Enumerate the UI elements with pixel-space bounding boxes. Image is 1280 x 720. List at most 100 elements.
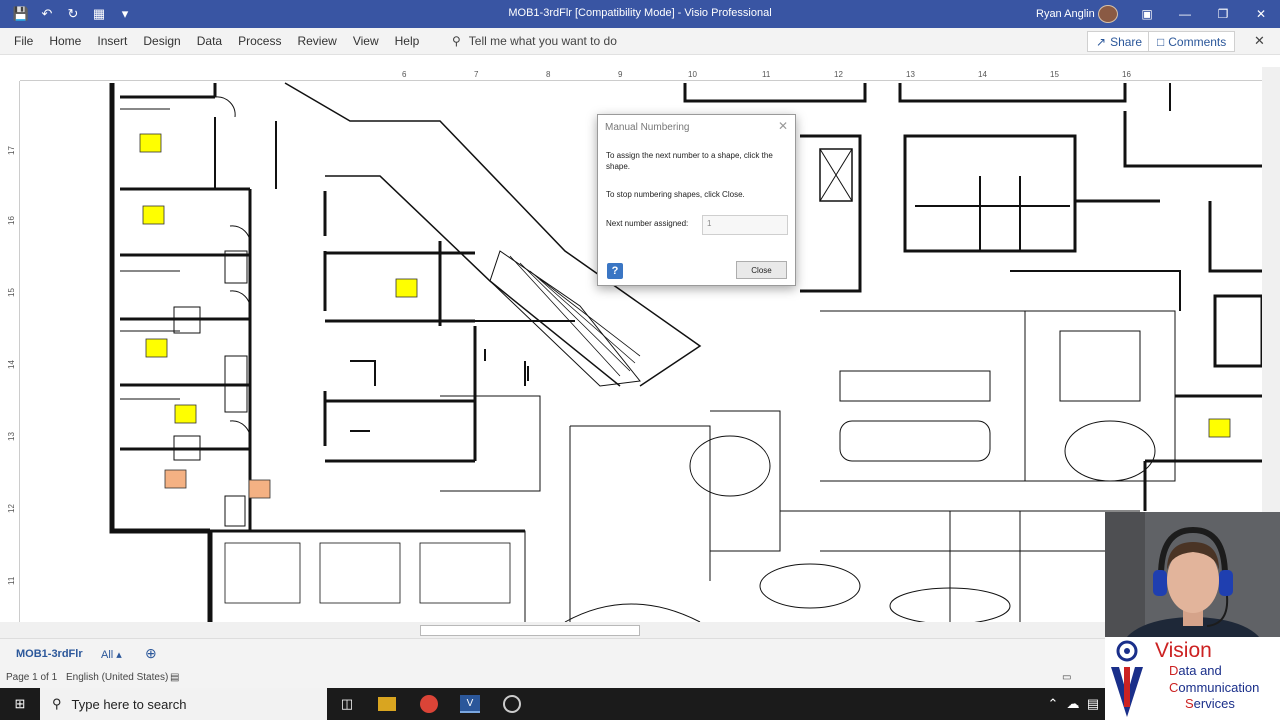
tab-insert[interactable]: Insert bbox=[89, 34, 135, 48]
close-button[interactable]: Close bbox=[736, 261, 787, 279]
ribbon-tabs: File Home Insert Design Data Process Rev… bbox=[6, 34, 427, 48]
lab-bench bbox=[419, 542, 511, 604]
maximize-icon[interactable]: ❐ bbox=[1204, 0, 1242, 28]
close-icon[interactable]: ✕ bbox=[1242, 0, 1280, 28]
ruler-label: 12 bbox=[834, 70, 843, 79]
chrome-icon[interactable] bbox=[420, 695, 438, 713]
undo-icon[interactable]: ↶ bbox=[36, 5, 58, 23]
quick-access-toolbar: 💾 ↶ ↻ ▦ ▾ bbox=[10, 5, 136, 23]
minimize-icon[interactable]: — bbox=[1166, 0, 1204, 28]
ruler-label: 16 bbox=[1122, 70, 1131, 79]
window-controls: ▣ — ❐ ✕ bbox=[1128, 0, 1280, 28]
search-placeholder: Type here to search bbox=[71, 696, 187, 712]
tab-review[interactable]: Review bbox=[289, 34, 344, 48]
wall bbox=[484, 349, 529, 381]
door-swing bbox=[229, 290, 251, 312]
windows-start-icon[interactable]: ⊞ bbox=[9, 694, 31, 714]
macro-icon[interactable]: ▤ bbox=[170, 672, 179, 683]
tab-process[interactable]: Process bbox=[230, 34, 289, 48]
wall bbox=[325, 175, 621, 387]
logo-title: Vision bbox=[1155, 639, 1212, 662]
share-button[interactable]: ↗ Share bbox=[1087, 31, 1152, 52]
tab-help[interactable]: Help bbox=[387, 34, 428, 48]
wall bbox=[438, 241, 477, 461]
ruler-label: 13 bbox=[906, 70, 915, 79]
ruler-label: 14 bbox=[978, 70, 987, 79]
ruler-label: 13 bbox=[7, 432, 16, 441]
room-marker[interactable] bbox=[164, 469, 187, 489]
ribbon: File Home Insert Design Data Process Rev… bbox=[0, 28, 1280, 55]
tab-file[interactable]: File bbox=[6, 34, 41, 48]
logo-initial: C bbox=[1169, 680, 1179, 695]
page-count[interactable]: Page 1 of 1 bbox=[6, 672, 57, 683]
visio-icon[interactable]: V bbox=[460, 695, 480, 713]
tab-view[interactable]: View bbox=[345, 34, 387, 48]
close-pane-icon[interactable]: ✕ bbox=[1254, 33, 1265, 49]
room-marker[interactable] bbox=[248, 479, 271, 499]
comments-button[interactable]: □ Comments bbox=[1148, 31, 1236, 52]
task-view-icon[interactable]: ◫ bbox=[336, 694, 358, 714]
wall bbox=[440, 395, 541, 492]
webcam-overlay bbox=[1105, 512, 1280, 637]
assign-instructions: To assign the next number to a shape, cl… bbox=[606, 151, 773, 171]
ruler-label: 9 bbox=[618, 70, 623, 79]
ruler-label: 7 bbox=[474, 70, 479, 79]
lab-bench bbox=[319, 542, 401, 604]
wall bbox=[1075, 199, 1262, 273]
page-tabs-bar: MOB1-3rdFlr All ▴ ⊕ bbox=[0, 638, 1105, 668]
scroll-thumb[interactable] bbox=[420, 625, 640, 636]
dialog-title: Manual Numbering bbox=[605, 122, 690, 133]
chevron-up-icon[interactable]: ⌃ bbox=[1042, 694, 1064, 714]
page-tab-current[interactable]: MOB1-3rdFlr bbox=[16, 648, 83, 660]
all-pages-button[interactable]: All ▴ bbox=[101, 648, 122, 661]
customize-icon[interactable]: ▾ bbox=[114, 5, 136, 23]
wall bbox=[800, 134, 862, 293]
search-icon: ⚲ bbox=[52, 696, 62, 711]
logo-initial: D bbox=[1169, 663, 1179, 678]
tab-design[interactable]: Design bbox=[135, 34, 188, 48]
network-icon[interactable]: ▤ bbox=[1082, 694, 1104, 714]
room-marker[interactable] bbox=[1208, 418, 1231, 438]
logo-line-2: Data and bbox=[1169, 663, 1222, 678]
cloud-icon[interactable]: ☁ bbox=[1062, 694, 1084, 714]
tell-me-search[interactable]: ⚲ Tell me what you want to do bbox=[452, 34, 617, 48]
presenter-video bbox=[1105, 512, 1280, 637]
planter bbox=[1064, 420, 1156, 482]
door-swing bbox=[214, 96, 236, 118]
room-marker[interactable] bbox=[174, 404, 197, 424]
file-explorer-icon[interactable] bbox=[378, 697, 396, 711]
help-icon[interactable]: ? bbox=[607, 263, 623, 279]
ruler-label: 15 bbox=[7, 288, 16, 297]
redo-icon[interactable]: ↻ bbox=[62, 5, 84, 23]
door-swing bbox=[564, 603, 701, 622]
tab-home[interactable]: Home bbox=[41, 34, 89, 48]
wall bbox=[1025, 310, 1176, 482]
language-indicator[interactable]: English (United States) bbox=[66, 672, 168, 683]
ruler-label: 6 bbox=[402, 70, 407, 79]
taskbar-search[interactable]: ⚲ Type here to search bbox=[40, 688, 327, 720]
tab-data[interactable]: Data bbox=[189, 34, 230, 48]
share-icon: ↗ bbox=[1096, 34, 1107, 49]
room-marker[interactable] bbox=[139, 133, 162, 153]
room-marker[interactable] bbox=[145, 338, 168, 358]
room-marker[interactable] bbox=[142, 205, 165, 225]
save-icon[interactable]: 💾 bbox=[10, 5, 32, 23]
room-marker[interactable] bbox=[395, 278, 418, 298]
user-name[interactable]: Ryan Anglin bbox=[1036, 8, 1095, 20]
brand-logo: Vision Data and Communication Services bbox=[1105, 637, 1280, 720]
shapes-icon[interactable]: ▦ bbox=[88, 5, 110, 23]
wall bbox=[569, 425, 711, 622]
ribbon-display-icon[interactable]: ▣ bbox=[1128, 0, 1166, 28]
presentation-icon[interactable]: ▭ bbox=[1062, 672, 1071, 683]
wall bbox=[474, 320, 575, 401]
avatar[interactable] bbox=[1098, 5, 1118, 23]
horizontal-scrollbar[interactable] bbox=[0, 622, 1262, 638]
horizontal-ruler: 6 7 8 9 10 11 12 13 14 15 16 bbox=[20, 67, 1262, 81]
next-number-field[interactable]: 1 bbox=[702, 215, 788, 235]
wall bbox=[214, 117, 277, 189]
ruler-label: 11 bbox=[7, 576, 16, 585]
obs-icon[interactable] bbox=[503, 695, 521, 713]
add-page-icon[interactable]: ⊕ bbox=[145, 645, 157, 662]
ruler-label: 15 bbox=[1050, 70, 1059, 79]
close-icon[interactable]: ✕ bbox=[778, 119, 788, 133]
